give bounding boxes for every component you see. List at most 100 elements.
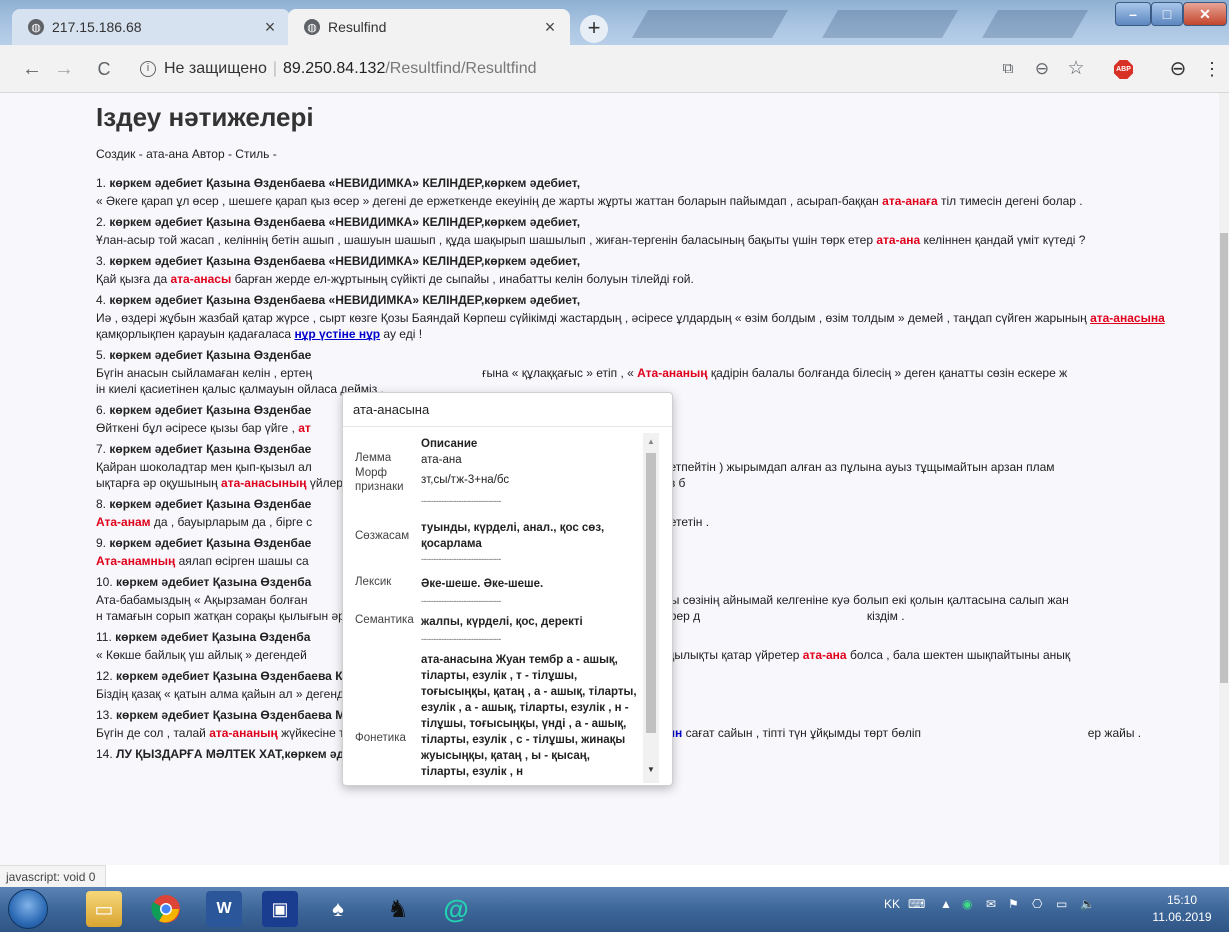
menu-icon[interactable]: ⋮ xyxy=(1200,57,1224,81)
display-icon[interactable]: ▭ xyxy=(1056,897,1067,911)
popup-row-label: Лексик xyxy=(355,576,392,588)
scroll-up-icon[interactable]: ▲ xyxy=(647,437,655,446)
new-tab-button[interactable]: + xyxy=(580,15,608,43)
popup-body: Описание Лемма ата-ана Морф признаки зт,сы/т… xyxy=(343,428,659,783)
highlighted-term[interactable]: Ата-анам xyxy=(96,515,151,529)
snippet-text: барған жерде ел-жұртының сүйікті де сыпа… xyxy=(231,272,694,286)
network-icon[interactable]: ⎔ xyxy=(1032,897,1042,911)
volume-icon[interactable]: 🔈 xyxy=(1080,897,1095,911)
result-title-text: көркем әдебиет Қазына Өзденбае xyxy=(109,348,312,362)
forward-icon[interactable]: → xyxy=(52,57,76,81)
popup-column-title: Описание xyxy=(421,438,478,450)
snippet-text: Бүгін анасын сыйламаған келін , ертең ғы… xyxy=(96,366,638,380)
result-title-text: көркем әдебиет Қазына Өзденбае xyxy=(109,497,312,511)
popup-row-value: Әке-шеше. Әке-шеше. xyxy=(421,578,544,590)
clock[interactable]: 15:10 11.06.2019 xyxy=(1140,892,1224,926)
start-button[interactable] xyxy=(8,889,48,929)
result-title-text: көркем әдебиет Қазына Өзденба xyxy=(116,575,312,589)
snippet-text: « Әкеге қарап ұл өсер , шешеге қарап қыз… xyxy=(96,194,883,208)
keyboard-icon[interactable]: ⌨ xyxy=(908,897,925,911)
result-title[interactable]: 4. көркем әдебиет Қазына Өзденбаева «НЕВ… xyxy=(96,292,1216,309)
explorer-icon[interactable]: ▭ xyxy=(86,891,122,927)
reload-icon[interactable]: C xyxy=(92,57,116,81)
language-indicator[interactable]: KK xyxy=(884,897,900,911)
address-separator: | xyxy=(272,60,278,77)
maximize-button[interactable]: □ xyxy=(1151,2,1183,26)
result-title-text: ЛУ ҚЫЗДАРҒА МӘЛТЕК ХАТ,көркем әдебиет, xyxy=(116,747,381,761)
close-window-button[interactable]: ✕ xyxy=(1183,2,1227,26)
scrollbar-thumb[interactable] xyxy=(1220,233,1228,683)
globe-icon: ◍ xyxy=(28,19,44,35)
highlighted-term[interactable]: ата-ана xyxy=(803,648,847,662)
tray-expand-icon[interactable]: ▲ xyxy=(940,897,952,911)
highlighted-term[interactable]: ат xyxy=(298,421,311,435)
bookmark-star-icon[interactable]: ☆ xyxy=(1064,57,1088,81)
zoom-icon[interactable]: ⊖ xyxy=(1030,57,1054,81)
result-title[interactable]: 3. көркем әдебиет Қазына Өзденбаева «НЕВ… xyxy=(96,253,1216,270)
tray-app-icon[interactable]: ◉ xyxy=(962,897,972,911)
highlighted-term[interactable]: Ата-анамның xyxy=(96,554,175,568)
security-label: Не защищено xyxy=(164,60,267,77)
word-icon[interactable]: W xyxy=(206,891,242,927)
result-snippet: Ұлан-асыр той жасап , келіннің бетін ашы… xyxy=(96,232,1216,248)
result-title-text: көркем әдебиет Қазына Өзденбае xyxy=(109,442,312,456)
save-icon[interactable]: ▣ xyxy=(262,891,298,927)
clock-date: 11.06.2019 xyxy=(1152,910,1212,924)
popup-row-label: Морф признаки xyxy=(355,467,404,493)
popup-scrollbar[interactable]: ▲ ▼ xyxy=(643,433,659,783)
result-number: 7. xyxy=(96,442,107,456)
tab-active[interactable]: ◍ Resulfind × xyxy=(288,9,570,45)
snippet-text: Ұлан-асыр той жасап , келіннің бетін ашы… xyxy=(96,233,877,247)
result-number: 8. xyxy=(96,497,107,511)
result-title-text: көркем әдебиет Қазына Өзденбаева «НЕВИДИ… xyxy=(109,176,581,190)
page-scrollbar[interactable] xyxy=(1219,93,1229,865)
flag-icon[interactable]: ⚑ xyxy=(1008,897,1019,911)
result-snippet: « Әкеге қарап ұл өсер , шешеге қарап қыз… xyxy=(96,193,1216,209)
result-title-text: көркем әдебиет Қазына Өзденба xyxy=(115,630,311,644)
popup-row-label: Сөзжасам xyxy=(355,530,410,542)
chrome-icon[interactable] xyxy=(148,891,184,927)
at-sign-icon[interactable]: @ xyxy=(438,891,474,927)
result-number: 9. xyxy=(96,536,107,550)
popup-scrollbar-thumb[interactable] xyxy=(646,453,656,733)
chess-icon[interactable]: ♞ xyxy=(380,891,416,927)
snippet-text: келіннен қандай үміт күтеді ? xyxy=(920,233,1086,247)
tab-inactive[interactable]: ◍ 217.15.186.68 × xyxy=(12,9,290,45)
result-number: 4. xyxy=(96,293,107,307)
page-title: Іздеу нәтижелері xyxy=(96,102,314,132)
highlighted-term[interactable]: ата-ананың xyxy=(209,726,278,740)
result-title[interactable]: 2. көркем әдебиет Қазына Өзденбаева «НЕВ… xyxy=(96,214,1216,231)
address-bar[interactable]: i Не защищено | 89.250.84.132/Resultfind/Re… xyxy=(140,53,960,85)
snippet-text: Бүгін де сол , талай xyxy=(96,726,210,740)
tab-close-icon[interactable]: × xyxy=(260,17,280,38)
highlighted-term[interactable]: ата-анасына xyxy=(1090,311,1165,325)
popup-row-value: зт,сы/тж-3+на/бс xyxy=(421,474,510,486)
highlighted-term[interactable]: ата-анасының xyxy=(221,476,306,490)
solitaire-icon[interactable]: ♠ xyxy=(320,891,356,927)
result-item: 2. көркем әдебиет Қазына Өзденбаева «НЕВ… xyxy=(96,214,1216,248)
info-icon[interactable]: i xyxy=(140,60,156,77)
minimize-button[interactable]: – xyxy=(1115,2,1151,26)
scroll-down-icon[interactable]: ▼ xyxy=(647,765,655,774)
snippet-text: тіл тимесін дегені болар . xyxy=(937,194,1083,208)
mail-icon[interactable]: ✉ xyxy=(986,897,996,911)
adblock-icon[interactable]: ABP xyxy=(1114,60,1133,79)
highlighted-term[interactable]: ата-анаға xyxy=(882,194,938,208)
highlighted-term[interactable]: ата-ана xyxy=(876,233,920,247)
highlighted-term[interactable]: ата-анасы xyxy=(170,272,231,286)
clock-time: 15:10 xyxy=(1166,893,1198,907)
highlighted-term[interactable]: Ата-ананың xyxy=(637,366,707,380)
translate-icon[interactable]: ⧉ xyxy=(996,57,1020,81)
result-title-text: көркем әдебиет Қазына Өзденбаева «НЕВИДИ… xyxy=(109,254,581,268)
tab-close-icon[interactable]: × xyxy=(540,17,560,38)
snippet-text: Иә , өздері жұбын жазбай қатар жүрсе , с… xyxy=(96,311,1091,325)
result-title[interactable]: 1. көркем әдебиет Қазына Өзденбаева «НЕВ… xyxy=(96,175,1216,192)
result-title[interactable]: 5. көркем әдебиет Қазына Өзденбае xyxy=(96,347,1216,364)
back-icon[interactable]: ← xyxy=(20,57,44,81)
result-item: 4. көркем әдебиет Қазына Өзденбаева «НЕВ… xyxy=(96,292,1216,342)
status-bubble: javascript: void 0 xyxy=(0,865,107,887)
profile-icon[interactable]: ⊖ xyxy=(1166,57,1190,81)
browser-toolbar: ← → C i Не защищено | 89.250.84.132/Resultf… xyxy=(0,45,1229,93)
highlighted-term[interactable]: нұр үстіне нұр xyxy=(294,327,380,341)
search-meta: Создик - ата-ана Автор - Стиль - xyxy=(96,147,277,161)
